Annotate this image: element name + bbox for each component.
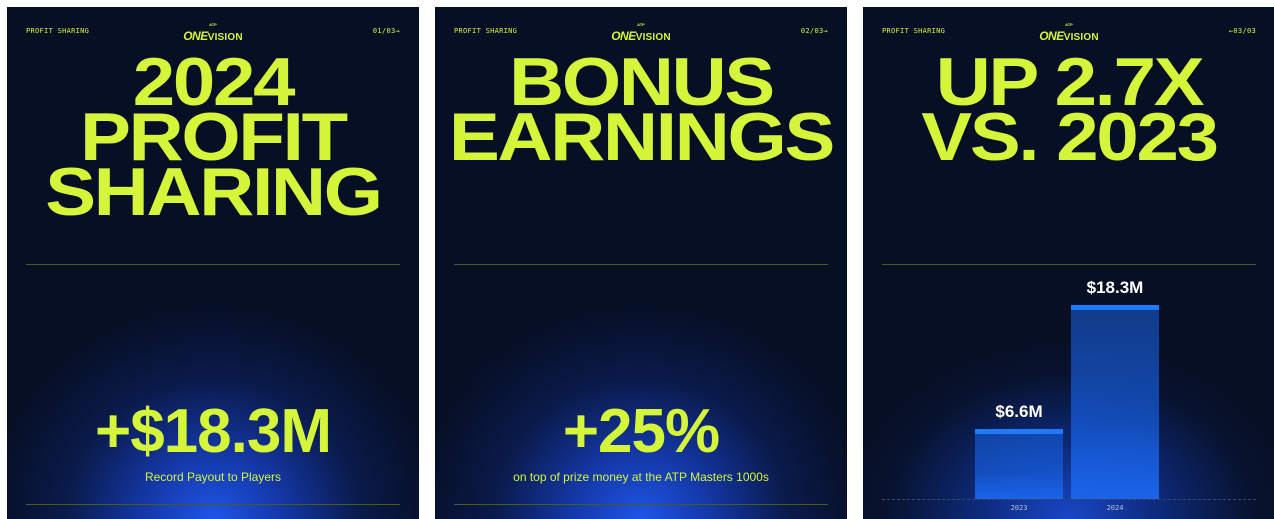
bar-cap-2023 xyxy=(975,429,1063,434)
stat-value: +$18.3M xyxy=(94,397,332,466)
slide-2: PROFIT SHARING ATP ONEVISION 02/03→ BONU… xyxy=(435,7,847,519)
headline: UP 2.7X VS. 2023 xyxy=(921,44,1219,175)
divider xyxy=(454,264,828,265)
stat-caption: Record Payout to Players xyxy=(144,470,282,484)
slide-1: PROFIT SHARING ATP ONEVISION 01/03→ 2024… xyxy=(7,7,419,519)
atp-onevision-logo: ATP ONEVISION xyxy=(1039,22,1099,43)
chart-baseline xyxy=(882,499,1256,500)
section-label: PROFIT SHARING xyxy=(26,27,90,35)
x-tick-label-2024: 2024 xyxy=(1106,504,1124,512)
atp-onevision-logo: ATP ONEVISION xyxy=(611,22,671,43)
stat-value: +25% xyxy=(562,397,720,466)
page-indicator[interactable]: 01/03→ xyxy=(373,27,400,35)
slide-3-header: PROFIT SHARING ATP ONEVISION ←03/03 xyxy=(882,22,1256,43)
section-label: PROFIT SHARING xyxy=(882,27,946,35)
slide-3: PROFIT SHARING ATP ONEVISION ←03/03 UP 2… xyxy=(863,7,1274,519)
stat-caption: on top of prize money at the ATP Masters… xyxy=(513,470,769,484)
section-label: PROFIT SHARING xyxy=(454,27,518,35)
divider xyxy=(26,504,400,505)
divider xyxy=(454,504,828,505)
bar-value-label-2023: $6.6M xyxy=(995,402,1043,421)
atp-onevision-logo: ATP ONEVISION xyxy=(183,22,243,43)
slide-2-header: PROFIT SHARING ATP ONEVISION 02/03→ xyxy=(454,22,828,43)
page-indicator[interactable]: ←03/03 xyxy=(1229,27,1256,35)
bar-cap-2024 xyxy=(1071,305,1159,310)
x-tick-label-2023: 2023 xyxy=(1010,504,1028,512)
headline: 2024 PROFIT SHARING xyxy=(45,44,383,230)
bar-2024 xyxy=(1071,305,1159,499)
divider xyxy=(26,264,400,265)
bar-value-label-2024: $18.3M xyxy=(1086,278,1144,297)
page-indicator[interactable]: 02/03→ xyxy=(801,27,828,35)
bar-2023 xyxy=(975,429,1063,499)
divider xyxy=(882,264,1256,265)
headline: BONUS EARNINGS xyxy=(448,44,835,175)
slide-1-header: PROFIT SHARING ATP ONEVISION 01/03→ xyxy=(26,22,400,43)
